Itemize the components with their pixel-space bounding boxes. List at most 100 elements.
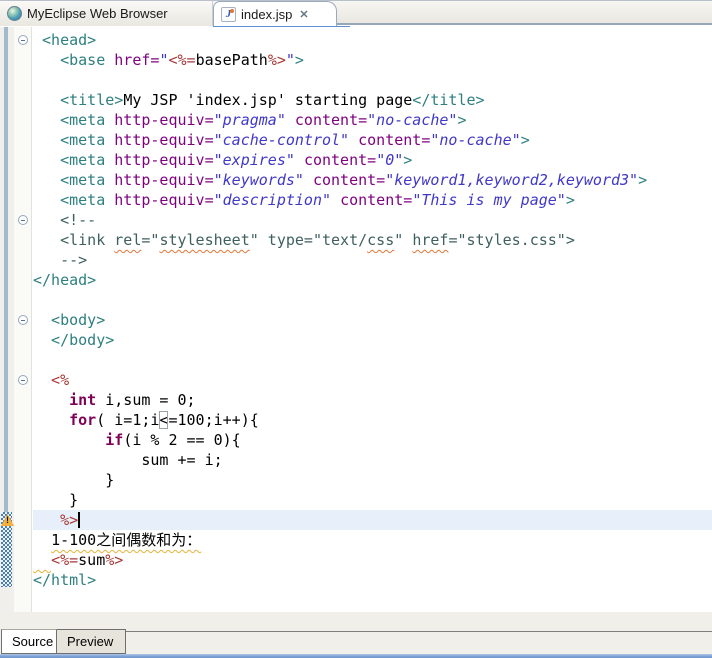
code-area[interactable]: <head> <base href="<%=basePath%>"> <titl… xyxy=(33,27,712,612)
code-token: http-equiv= xyxy=(114,151,214,169)
code-token: <meta xyxy=(33,151,115,169)
code-line[interactable]: %> xyxy=(33,510,712,530)
code-line[interactable]: if(i % 2 == 0){ xyxy=(33,430,712,450)
code-line[interactable]: for( i=1;i<=100;i++){ xyxy=(33,410,712,430)
fold-collapse-icon[interactable] xyxy=(18,215,28,225)
code-token: ="styles.css"> xyxy=(448,231,575,249)
code-token: "0" xyxy=(376,151,404,169)
tab-label: index.jsp xyxy=(241,6,293,22)
fold-collapse-icon[interactable] xyxy=(18,315,28,325)
tab-index-jsp[interactable]: J index.jsp ✕ xyxy=(213,1,350,28)
code-line[interactable]: </html> xyxy=(33,570,712,590)
code-token: content= xyxy=(312,171,386,189)
editor-page-tab-area: Source Preview xyxy=(0,612,712,658)
code-token: </title> xyxy=(412,91,485,109)
code-line[interactable]: </body> xyxy=(33,330,712,350)
editor-tab-bar: MyEclipse Web Browser J index.jsp ✕ xyxy=(0,0,712,28)
code-token: %> xyxy=(267,51,286,69)
code-token: } xyxy=(33,471,115,489)
code-line[interactable]: sum += i; xyxy=(33,450,712,470)
code-token: http-equiv= xyxy=(114,171,214,189)
code-token: <meta xyxy=(33,111,115,129)
code-token: i,sum = 0; xyxy=(96,391,196,409)
code-line[interactable]: int i,sum = 0; xyxy=(33,390,712,410)
window-bottom-edge xyxy=(0,654,712,658)
code-line[interactable]: --> xyxy=(33,250,712,270)
code-line[interactable]: } xyxy=(33,470,712,490)
code-token: ( i=1;i xyxy=(96,411,160,429)
code-line[interactable] xyxy=(33,70,712,90)
code-line[interactable]: <link rel="stylesheet" type="text/css" h… xyxy=(33,230,712,250)
code-token: "pragma" xyxy=(213,111,286,129)
tab-preview[interactable]: Preview xyxy=(57,629,126,654)
code-token: =100;i++){ xyxy=(168,411,259,429)
code-line[interactable]: <% xyxy=(33,370,712,390)
fold-collapse-icon[interactable] xyxy=(18,375,28,385)
code-token: content= xyxy=(303,151,377,169)
code-token: sum xyxy=(78,551,106,569)
code-token: > xyxy=(457,111,467,129)
code-line[interactable]: </head> xyxy=(33,270,712,290)
code-token: rel xyxy=(114,231,142,249)
code-token: %> xyxy=(33,511,79,529)
code-token: <meta xyxy=(33,171,115,189)
code-token: stylesheet xyxy=(159,231,250,249)
code-line[interactable]: <!-- xyxy=(33,210,712,230)
code-line[interactable]: <%=sum%> xyxy=(33,550,712,570)
code-token: href xyxy=(412,231,449,249)
code-line[interactable]: <title>My JSP 'index.jsp' starting page<… xyxy=(33,90,712,110)
range-indicator-strip xyxy=(4,27,8,512)
code-token: http-equiv= xyxy=(114,131,214,149)
source-editor: ! <head> <base href="<%=basePath%>"> <ti… xyxy=(0,27,712,612)
code-line[interactable]: <meta http-equiv="expires" content="0"> xyxy=(33,150,712,170)
code-line[interactable]: <meta http-equiv="keywords" content="key… xyxy=(33,170,712,190)
code-token: </html> xyxy=(33,571,97,589)
web-browser-globe-icon xyxy=(7,6,22,21)
code-token: <%= xyxy=(51,551,79,569)
code-line[interactable]: <meta http-equiv="description" content="… xyxy=(33,190,712,210)
code-token: int xyxy=(69,391,97,409)
code-line[interactable]: <head> xyxy=(33,30,712,50)
code-line[interactable]: <meta http-equiv="pragma" content="no-ca… xyxy=(33,110,712,130)
myeclipse-editor-window: MyEclipse Web Browser J index.jsp ✕ ! <h… xyxy=(0,0,712,658)
code-token: <link xyxy=(33,231,115,249)
code-token: <%= xyxy=(168,51,196,69)
code-token: http-equiv= xyxy=(114,191,214,209)
code-line[interactable]: <base href="<%=basePath%>"> xyxy=(33,50,712,70)
code-token: =" xyxy=(141,231,160,249)
code-token: if xyxy=(105,431,124,449)
fold-column xyxy=(14,27,32,612)
code-token: } xyxy=(33,491,79,509)
close-tab-icon[interactable]: ✕ xyxy=(299,8,308,21)
code-token: " xyxy=(394,231,413,249)
code-token: " xyxy=(285,51,295,69)
code-token: "cache-control" xyxy=(213,131,350,149)
code-token: "keyword1,keyword2,keyword3" xyxy=(385,171,639,189)
code-line[interactable]: <meta http-equiv="cache-control" content… xyxy=(33,130,712,150)
tab-label: Preview xyxy=(67,634,114,649)
code-line[interactable]: 1-100之间偶数和为： xyxy=(33,530,712,550)
text-cursor xyxy=(78,512,81,528)
code-token: <base xyxy=(33,51,115,69)
code-token: href= xyxy=(114,51,160,69)
page-tab-rule xyxy=(126,631,712,632)
code-token: content= xyxy=(340,191,413,209)
annotation-ruler[interactable]: ! xyxy=(0,27,14,612)
tab-myeclipse-web-browser[interactable]: MyEclipse Web Browser xyxy=(0,1,213,26)
code-token: basePath xyxy=(195,51,268,69)
code-line[interactable] xyxy=(33,350,712,370)
code-line[interactable] xyxy=(33,290,712,310)
code-line[interactable]: } xyxy=(33,490,712,510)
code-line[interactable]: <body> xyxy=(33,310,712,330)
code-token: > xyxy=(403,151,413,169)
code-token: for xyxy=(69,411,97,429)
fold-collapse-icon[interactable] xyxy=(18,35,28,45)
tab-source[interactable]: Source xyxy=(1,629,57,654)
